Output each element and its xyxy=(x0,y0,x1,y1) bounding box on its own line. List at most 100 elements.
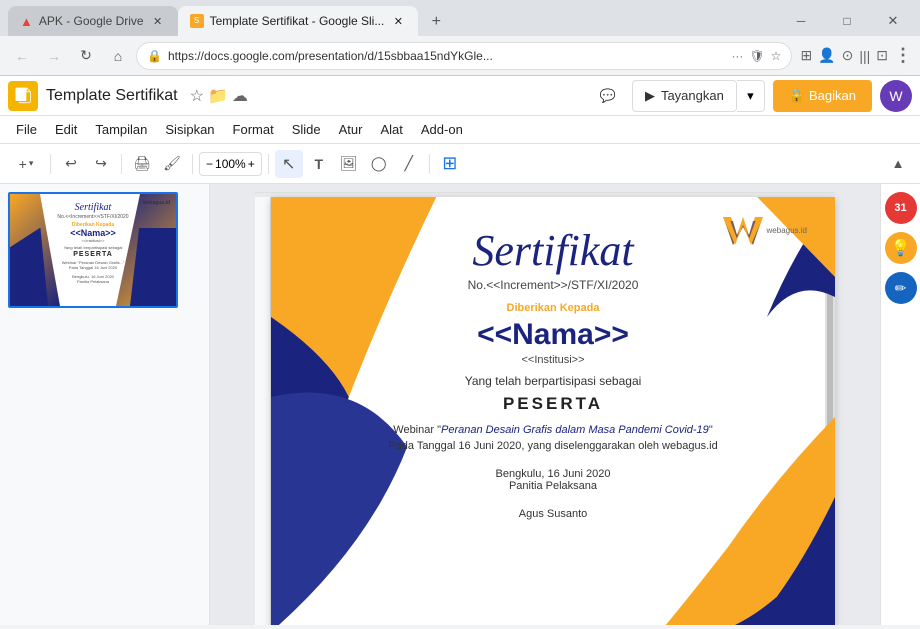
browser-chrome: ▲ APK - Google Drive ✕ S Template Sertif… xyxy=(0,0,920,76)
user-avatar[interactable]: W xyxy=(880,80,912,112)
menu-tampilan[interactable]: Tampilan xyxy=(87,120,155,139)
app-logo xyxy=(8,81,38,111)
slide-1-thumbnail[interactable]: Sertifikat No.<<Increment>>/STF/XI/2020 … xyxy=(8,192,178,308)
print-button[interactable]: 🖨 xyxy=(128,150,156,178)
tab-slides[interactable]: S Template Sertifikat - Google Sli... ✕ xyxy=(178,6,419,36)
star-doc-icon[interactable]: ☆ xyxy=(190,86,204,106)
cert-name-text: <<Nama>> xyxy=(477,318,629,352)
logo-label: webagus.id xyxy=(767,227,807,236)
zoom-out-icon[interactable]: − xyxy=(206,157,213,171)
star-icon[interactable]: ☆ xyxy=(771,49,782,63)
text-tool[interactable]: T xyxy=(305,150,333,178)
paint-format-button[interactable]: 🖌 xyxy=(158,150,186,178)
add-icon: + xyxy=(19,156,27,172)
right-sidebar: 31 💡 ✏ xyxy=(880,184,920,625)
new-tab-button[interactable]: + xyxy=(422,8,450,36)
cert-committee-text: Panitia Pelaksana xyxy=(509,480,597,492)
menu-atur[interactable]: Atur xyxy=(331,120,371,139)
image-tool[interactable]: 🖼 xyxy=(335,150,363,178)
back-button[interactable]: ← xyxy=(8,42,36,70)
certificate-slide: webagus.id Sertifikat No.<<Increment>>/S… xyxy=(271,197,835,625)
cert-title-text: Sertifikat xyxy=(472,225,633,276)
reload-button[interactable]: ↻ xyxy=(72,42,100,70)
reading-icon[interactable]: ⊡ xyxy=(876,47,888,64)
tab-bar: ▲ APK - Google Drive ✕ S Template Sertif… xyxy=(0,0,920,36)
ellipsis-icon: ··· xyxy=(731,49,743,63)
select-tool[interactable]: ↖ xyxy=(275,150,303,178)
menu-file[interactable]: File xyxy=(8,120,45,139)
cloud-icon[interactable]: ☁ xyxy=(232,86,248,106)
ideas-sidebar-icon[interactable]: 💡 xyxy=(885,232,917,264)
present-button[interactable]: ▶ Tayangkan xyxy=(632,80,737,112)
ruler-horizontal xyxy=(255,192,835,193)
maximize-button[interactable]: □ xyxy=(824,6,870,36)
extensions-icon[interactable]: ⊞ xyxy=(800,47,812,64)
sync-icon[interactable]: ⊙ xyxy=(842,47,854,64)
menu-slide[interactable]: Slide xyxy=(284,120,329,139)
cert-content: webagus.id Sertifikat No.<<Increment>>/S… xyxy=(271,197,835,625)
mini-yang: Yang telah berpartisipasi sebagai xyxy=(57,245,128,250)
redo-button[interactable]: ↪ xyxy=(87,150,115,178)
menu-sisipkan[interactable]: Sisipkan xyxy=(157,120,222,139)
cert-yang-text: Yang telah berpartisipasi sebagai xyxy=(465,374,642,388)
menu-bar: File Edit Tampilan Sisipkan Format Slide… xyxy=(0,116,920,144)
cert-webinar-line: Webinar "Peranan Desain Grafis dalam Mas… xyxy=(393,424,712,436)
home-button[interactable]: ⌂ xyxy=(104,42,132,70)
profile-icon[interactable]: 👤 xyxy=(818,47,835,64)
chat-button[interactable]: 💬 xyxy=(592,80,624,112)
calendar-sidebar-icon[interactable]: 31 xyxy=(885,192,917,224)
forward-button[interactable]: → xyxy=(40,42,68,70)
menu-icon[interactable]: ⋮ xyxy=(894,45,912,66)
cert-webinar-post: " xyxy=(709,424,713,436)
menu-edit[interactable]: Edit xyxy=(47,120,85,139)
minimize-button[interactable]: ─ xyxy=(778,6,824,36)
doc-actions: ☆ 📁 ☁ xyxy=(190,86,248,106)
menu-alat[interactable]: Alat xyxy=(372,120,410,139)
cert-signee-text: Agus Susanto xyxy=(519,508,588,520)
slide-canvas[interactable]: webagus.id Sertifikat No.<<Increment>>/S… xyxy=(271,197,835,625)
cert-diberikan-text: Diberikan Kepada xyxy=(507,302,600,314)
shape-tool[interactable]: ◯ xyxy=(365,150,393,178)
app-bar: Template Sertifikat ☆ 📁 ☁ 💬 ▶ Tayangkan … xyxy=(0,76,920,116)
slides-favicon: S xyxy=(190,14,204,28)
address-box[interactable]: 🔒 https://docs.google.com/presentation/d… xyxy=(136,42,792,70)
zoom-in-icon[interactable]: + xyxy=(248,157,255,171)
ruler-vertical xyxy=(255,197,271,625)
cert-webinar-pre: Webinar " xyxy=(393,424,441,436)
cert-webinar-title: Peranan Desain Grafis dalam Masa Pandemi… xyxy=(441,424,709,436)
menu-format[interactable]: Format xyxy=(225,120,282,139)
webagus-logo-svg xyxy=(723,217,763,245)
tab-slides-close[interactable]: ✕ xyxy=(390,13,406,29)
present-dropdown[interactable]: ▾ xyxy=(737,80,765,112)
undo-button[interactable]: ↩ xyxy=(57,150,85,178)
close-button[interactable]: ✕ xyxy=(870,6,916,36)
folder-icon[interactable]: 📁 xyxy=(208,86,228,106)
toolbar-sep-3 xyxy=(192,154,193,174)
cert-tanggal-text: Pada Tanggal 16 Juni 2020, yang diseleng… xyxy=(388,440,717,452)
tab-drive[interactable]: ▲ APK - Google Drive ✕ xyxy=(8,6,178,36)
bookmarks-icon[interactable]: ||| xyxy=(859,48,870,64)
tab-drive-close[interactable]: ✕ xyxy=(150,13,166,29)
add-slide-icon[interactable]: ⊞ xyxy=(436,150,464,178)
mini-peserta: PESERTA xyxy=(57,251,128,258)
lock-icon: 🔒 xyxy=(147,49,162,63)
slide-1-container: 1 Sertifikat No.<<Increment>>/STF/XI/202… xyxy=(8,192,201,308)
zoom-selector[interactable]: − 100% + xyxy=(199,152,262,176)
add-button[interactable]: + ▾ xyxy=(8,150,44,178)
line-tool[interactable]: ╱ xyxy=(395,150,423,178)
share-button[interactable]: 🔒 Bagikan xyxy=(773,80,872,112)
cert-peserta-text: PESERTA xyxy=(503,394,603,414)
canvas-area: webagus.id Sertifikat No.<<Increment>>/S… xyxy=(210,184,880,625)
cert-institusi-text: <<Institusi>> xyxy=(522,354,585,366)
mini-institusi: <<Institusi>> xyxy=(57,238,128,243)
main-area: 1 Sertifikat No.<<Increment>>/STF/XI/202… xyxy=(0,184,920,625)
menu-addon[interactable]: Add-on xyxy=(413,120,471,139)
tab-drive-label: APK - Google Drive xyxy=(39,14,144,28)
edit-sidebar-icon[interactable]: ✏ xyxy=(885,272,917,304)
mini-tanggal: Pada Tanggal 16 Juni 2020 xyxy=(57,265,128,270)
expand-button[interactable]: ▲ xyxy=(884,150,912,178)
calendar-number: 31 xyxy=(894,202,906,214)
toolbar: + ▾ ↩ ↪ 🖨 🖌 − 100% + ↖ T 🖼 ◯ ╱ ⊞ ▲ xyxy=(0,144,920,184)
present-icon: ▶ xyxy=(645,88,655,104)
present-label: Tayangkan xyxy=(661,88,724,103)
